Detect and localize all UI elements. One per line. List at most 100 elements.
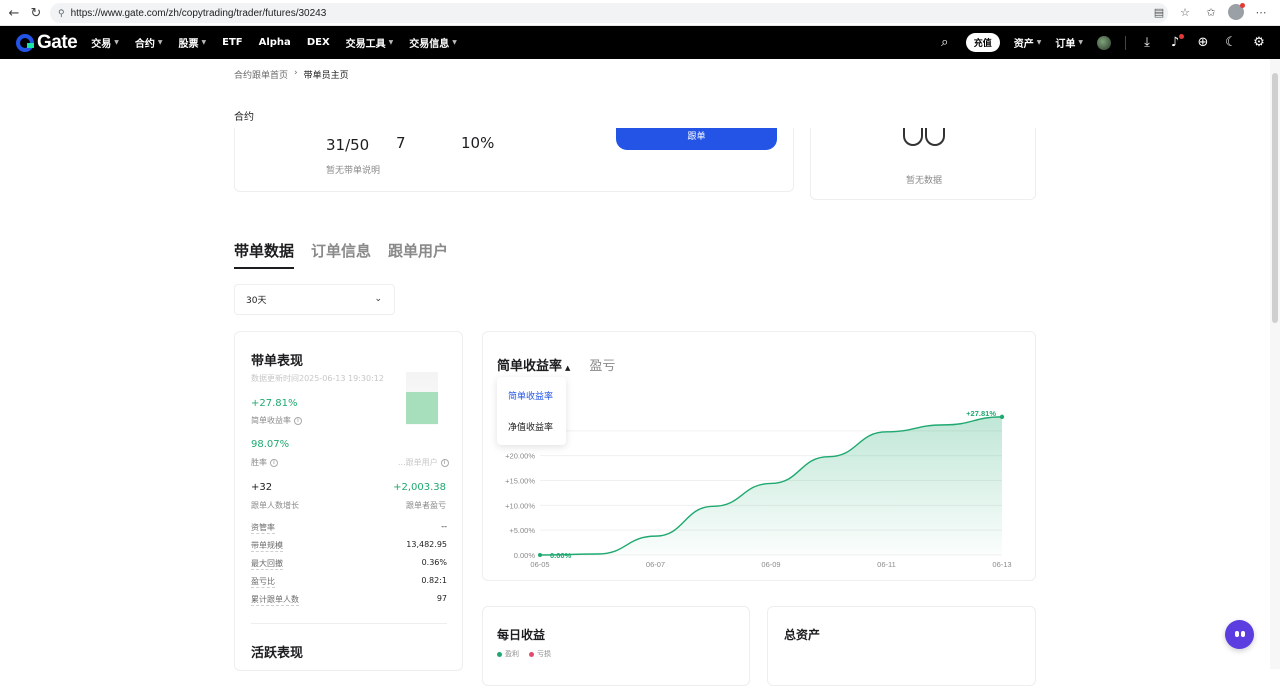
chart-legend: 盈利 亏损 <box>497 649 551 659</box>
stat-row: 累计跟单人数 97 <box>251 594 447 606</box>
breadcrumb-current: 带单员主页 <box>303 71 349 81</box>
nav-item-label: Alpha <box>258 37 291 48</box>
orders-menu[interactable]: 订单 ▼ <box>1055 35 1083 50</box>
nav-item[interactable]: 合约 ▼ <box>135 35 163 50</box>
tab-pnl[interactable]: 盈亏 <box>589 355 615 374</box>
area-fill <box>540 416 1002 555</box>
tab-order-info[interactable]: 订单信息 <box>311 240 371 269</box>
x-tick-label: 06-11 <box>877 560 896 569</box>
stat-row: 资管率 -- <box>251 522 447 534</box>
chevron-down-icon: ▼ <box>114 39 119 46</box>
activity-title: 活跃表现 <box>251 646 304 661</box>
follow-button[interactable]: 跟单 <box>616 128 777 150</box>
nav-item[interactable]: Alpha <box>259 37 291 48</box>
nav-item[interactable]: DEX <box>307 37 330 48</box>
nav-item-label: 交易工具 <box>345 39 386 50</box>
divider <box>251 623 447 624</box>
reload-icon[interactable]: ↻ <box>24 0 48 26</box>
notification-bell-icon[interactable]: ♪ <box>1168 34 1184 50</box>
follower-profit-label: ...跟单用户 i <box>398 457 449 468</box>
total-assets-title: 总资产 <box>784 628 821 642</box>
breadcrumb: 合约跟单首页 › 带单员主页 <box>234 68 349 81</box>
favorites-icon[interactable]: ✩ <box>1202 3 1220 21</box>
info-icon[interactable]: i <box>294 416 302 425</box>
return-chart-card: 0.00% +5.00% +10.00% +15.00% +20.00% 06-05 06-… <box>482 331 1036 581</box>
more-icon[interactable]: ⋯ <box>1252 3 1270 21</box>
option-net-value-return[interactable]: 净值收益率 <box>508 420 553 433</box>
period-select[interactable]: 30天 ⌄ <box>234 284 395 315</box>
gate-logo-icon <box>16 33 34 52</box>
nav-item[interactable]: 交易信息 ▼ <box>409 35 457 50</box>
update-time: 数据更新时间2025-06-13 19:30:12 <box>251 374 384 383</box>
scrollbar-thumb[interactable] <box>1272 73 1278 323</box>
y-tick-label: +10.00% <box>505 501 535 510</box>
tab-copy-users[interactable]: 跟单用户 <box>388 240 448 269</box>
assets-label: 资产 <box>1013 39 1034 50</box>
nav-item-label: 合约 <box>134 39 155 50</box>
empty-state-text: 暂无数据 <box>906 176 943 186</box>
info-icon[interactable]: i <box>270 458 278 467</box>
settings-gear-icon[interactable]: ⚙ <box>1252 35 1266 50</box>
chevron-down-icon: ▼ <box>201 39 207 46</box>
win-rate-label: 胜率 i <box>251 457 278 468</box>
option-simple-return[interactable]: 简单收益率 <box>508 389 553 402</box>
nav-item-label: ETF <box>222 37 243 48</box>
chevron-down-icon: ▼ <box>452 39 457 46</box>
nav-item-label: 交易信息 <box>409 39 450 50</box>
profit-share-ratio: 10% <box>461 134 495 152</box>
site-info-icon[interactable]: ⚲ <box>58 8 65 19</box>
assets-menu[interactable]: 资产 ▼ <box>1014 35 1042 50</box>
legend-profit: 盈利 <box>497 649 519 659</box>
back-icon[interactable]: ← <box>2 0 26 26</box>
chat-assistant-icon[interactable] <box>1225 620 1254 649</box>
chevron-down-icon: ▼ <box>1036 39 1042 46</box>
info-icon[interactable]: i <box>440 458 449 467</box>
profile-avatar[interactable] <box>1228 3 1245 20</box>
search-icon[interactable]: ⌕ <box>938 35 952 50</box>
chart-tabs: 简单收益率 ▲ 盈亏 <box>497 355 615 374</box>
stat-row: 最大回撤 0.36% <box>251 558 447 570</box>
page-scrollbar[interactable] <box>1270 59 1280 669</box>
follower-growth-value: +32 <box>251 482 273 493</box>
stat-row: 盈亏比 0.82:1 <box>251 576 447 588</box>
gate-logo[interactable]: Gate <box>16 32 78 54</box>
tab-simple-return[interactable]: 简单收益率 ▲ <box>497 355 570 374</box>
end-value-label: +27.81% <box>966 409 996 418</box>
breadcrumb-home[interactable]: 合约跟单首页 <box>234 68 288 81</box>
start-point <box>538 553 542 557</box>
trader-summary-card: 31/50 7 10% 暂无带单说明 跟单 <box>234 128 794 192</box>
reader-mode-icon[interactable]: ▤ <box>1150 3 1168 21</box>
nav-item-label: DEX <box>306 37 330 48</box>
trader-description: 暂无带单说明 <box>326 166 381 176</box>
nav-item[interactable]: 股票 ▼ <box>179 35 207 50</box>
globe-icon[interactable]: ⊕ <box>1196 35 1210 50</box>
breadcrumb-separator: › <box>294 68 298 78</box>
address-bar[interactable]: ⚲ https://www.gate.com/zh/copytrading/tr… <box>50 3 1168 23</box>
user-avatar[interactable] <box>1097 35 1111 50</box>
simple-return-label: 简单收益率 i <box>251 415 302 426</box>
dark-mode-icon[interactable]: ☾ <box>1224 35 1238 50</box>
legend-loss: 亏损 <box>529 649 551 659</box>
top-nav: 交易 ▼ 合约 ▼ 股票 ▼ ETF Alpha DEX 交易工具 ▼ 交易信息 ▼ <box>91 35 457 50</box>
return-type-dropdown: 简单收益率 净值收益率 <box>497 377 566 445</box>
nav-item[interactable]: 交易工具 ▼ <box>346 35 394 50</box>
period-value: 30天 <box>246 296 267 306</box>
section-tabs: 带单数据 订单信息 跟单用户 <box>234 240 448 269</box>
deposit-button[interactable]: 充值 <box>965 33 1000 52</box>
browser-toolbar: ← ↻ ⚲ https://www.gate.com/zh/copytradin… <box>0 0 1280 26</box>
bookmark-star-icon[interactable]: ☆ <box>1176 3 1194 21</box>
stat-row: 带单规模 13,482.95 <box>251 540 447 552</box>
x-tick-label: 06-13 <box>992 560 1011 569</box>
url-text: https://www.gate.com/zh/copytrading/trad… <box>70 7 327 19</box>
simple-return-value: +27.81% <box>251 398 298 409</box>
download-icon[interactable]: ⤓ <box>1140 35 1154 50</box>
nav-item[interactable]: 交易 ▼ <box>91 35 119 50</box>
win-rate-value: 98.07% <box>251 439 290 450</box>
performance-card: 带单表现 数据更新时间2025-06-13 19:30:12 +27.81% 简… <box>234 331 463 671</box>
tab-lead-data[interactable]: 带单数据 <box>234 240 295 269</box>
chevron-down-icon: ⌄ <box>374 294 382 304</box>
trading-days: 7 <box>396 134 406 152</box>
y-tick-label: 0.00% <box>514 551 536 560</box>
x-tick-label: 06-09 <box>761 560 780 569</box>
nav-item[interactable]: ETF <box>222 37 242 48</box>
